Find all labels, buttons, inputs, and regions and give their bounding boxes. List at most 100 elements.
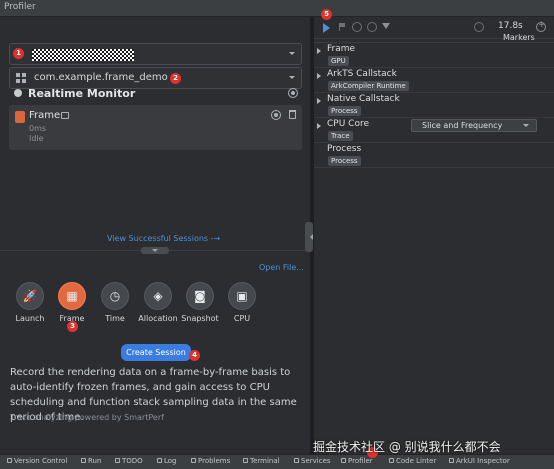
- statusbar-item-icon: [449, 458, 454, 463]
- statusbar-item-icon: [191, 458, 196, 463]
- statusbar-log[interactable]: Log: [157, 457, 177, 465]
- session-record-icon[interactable]: [271, 110, 281, 120]
- frame-icon: ▦: [66, 289, 78, 303]
- statusbar-version-control[interactable]: Version Control: [7, 457, 67, 465]
- chevron-down-icon: [289, 76, 295, 82]
- watermark-text: 掘金技术社区 @ 别说我什么都不会: [313, 440, 501, 454]
- cpu-view-dropdown[interactable]: Slice and Frequency: [411, 119, 537, 132]
- device-name-redacted: [32, 49, 134, 61]
- monitor-icon: [14, 89, 22, 97]
- statusbar-item-icon: [243, 458, 248, 463]
- trash-icon[interactable]: [289, 110, 296, 119]
- statusbar-item-label: Log: [164, 457, 177, 465]
- app-grid-icon: [16, 73, 26, 83]
- statusbar-code-linter[interactable]: Code Linter: [389, 457, 436, 465]
- lane-tag: Process: [328, 156, 361, 166]
- lane-tag: Process: [328, 106, 361, 116]
- lane-frame[interactable]: Frame GPU: [314, 43, 554, 68]
- statusbar-item-icon: [7, 458, 12, 463]
- statusbar-todo[interactable]: TODO: [115, 457, 143, 465]
- statusbar-profiler[interactable]: Profiler: [341, 457, 373, 465]
- annotation-badge-3: 3: [67, 321, 78, 332]
- lane-name: Native Callstack: [327, 94, 400, 104]
- session-card-frame[interactable]: Frame 0ms Idle: [9, 105, 302, 150]
- statusbar-item-label: ArkUI Inspector: [456, 457, 510, 465]
- zoom-in-icon[interactable]: [536, 20, 546, 32]
- statusbar-services[interactable]: Services: [294, 457, 331, 465]
- statusbar-run[interactable]: Run: [81, 457, 101, 465]
- markers-label: Markers: [503, 33, 535, 42]
- timer-readout: 17.8s: [498, 21, 523, 31]
- status-bar: Version Control Run TODO Log Problems Termina…: [0, 454, 554, 469]
- statusbar-item-icon: [115, 458, 120, 463]
- powered-by-text: Trace analyzing powered by SmartPerf: [10, 413, 164, 422]
- open-file-link[interactable]: Open File...: [259, 263, 304, 272]
- monitor-settings-icon[interactable]: [288, 88, 298, 98]
- expand-caret-icon[interactable]: [317, 73, 321, 79]
- statusbar-item-label: Profiler: [348, 457, 373, 465]
- timeline-panel: 17.8s Markers FrameGPUArkTS CallstackArk…: [314, 17, 554, 454]
- session-detail-icon: [61, 112, 69, 119]
- statusbar-problems[interactable]: Problems: [191, 457, 230, 465]
- expand-caret-icon[interactable]: [317, 123, 321, 129]
- statusbar-item-icon: [81, 458, 86, 463]
- tool-label: CPU: [233, 314, 251, 323]
- title-bar: Profiler: [0, 0, 554, 17]
- statusbar-item-label: TODO: [122, 457, 143, 465]
- lane-tag: ArkCompiler Runtime: [328, 81, 409, 91]
- lane-process[interactable]: Process Process: [314, 143, 554, 168]
- statusbar-item-label: Code Linter: [396, 457, 437, 465]
- lane-name: Process: [327, 144, 362, 154]
- lane-cpu-core[interactable]: CPU Core Trace Slice and Frequency: [314, 118, 554, 143]
- annotation-badge-5: 5: [321, 9, 332, 20]
- filter-icon[interactable]: [382, 23, 390, 29]
- app-selector-value: com.example.frame_demo: [34, 72, 168, 83]
- session-name: Frame: [29, 110, 61, 121]
- session-duration: 0ms: [29, 124, 47, 133]
- expand-caret-icon[interactable]: [317, 98, 321, 104]
- app-selector[interactable]: com.example.frame_demo: [9, 67, 302, 89]
- statusbar-item-icon: [294, 458, 299, 463]
- statusbar-item-icon: [389, 458, 394, 463]
- statusbar-item-icon: [157, 458, 162, 463]
- statusbar-item-label: Terminal: [250, 457, 280, 465]
- annotation-badge-1: 1: [13, 48, 24, 59]
- collapse-left-icon[interactable]: [305, 222, 313, 252]
- tool-cpu[interactable]: ▣ CPU: [217, 282, 267, 332]
- view-successful-sessions-link[interactable]: View Successful Sessions -→: [107, 234, 220, 243]
- chip-icon: ▣: [236, 289, 248, 303]
- profiler-left-panel: 1 com.example.frame_demo 2 Realtime Moni…: [0, 17, 310, 454]
- lane-tag: GPU: [328, 56, 349, 66]
- realtime-monitor-title: Realtime Monitor: [28, 87, 136, 100]
- search-icon[interactable]: [367, 22, 377, 32]
- device-selector[interactable]: [9, 43, 302, 65]
- statusbar-item-label: Problems: [198, 457, 231, 465]
- statusbar-terminal[interactable]: Terminal: [243, 457, 280, 465]
- frame-icon: [15, 111, 25, 123]
- rocket-icon: 🚀: [22, 289, 38, 303]
- play-icon[interactable]: [323, 23, 330, 33]
- session-state: Idle: [29, 134, 44, 143]
- lane-name: Frame: [327, 44, 356, 54]
- lane-arkts-callstack[interactable]: ArkTS Callstack ArkCompiler Runtime: [314, 68, 554, 93]
- lane-tag: Trace: [328, 131, 353, 141]
- statusbar-arkui-inspector[interactable]: ArkUI Inspector: [449, 457, 510, 465]
- create-session-button[interactable]: Create Session: [121, 344, 191, 361]
- stop-icon[interactable]: [352, 22, 362, 32]
- zoom-out-icon[interactable]: [474, 22, 484, 32]
- statusbar-item-label: Run: [88, 457, 102, 465]
- statusbar-item-icon: [341, 458, 346, 463]
- flag-icon[interactable]: [339, 23, 345, 31]
- lane-native-callstack[interactable]: Native Callstack Process: [314, 93, 554, 118]
- lane-name: ArkTS Callstack: [327, 69, 397, 79]
- expand-caret-icon[interactable]: [317, 48, 321, 54]
- statusbar-item-label: Services: [301, 457, 331, 465]
- window-title: Profiler: [4, 2, 36, 12]
- annotation-badge-2: 2: [170, 73, 181, 84]
- lane-name: CPU Core: [327, 119, 369, 129]
- statusbar-item-label: Version Control: [14, 457, 68, 465]
- collapse-grip-icon[interactable]: [141, 247, 169, 254]
- camera-icon: ◙: [194, 289, 206, 303]
- clock-icon: ◷: [109, 289, 121, 303]
- cube-icon: ◈: [153, 289, 163, 303]
